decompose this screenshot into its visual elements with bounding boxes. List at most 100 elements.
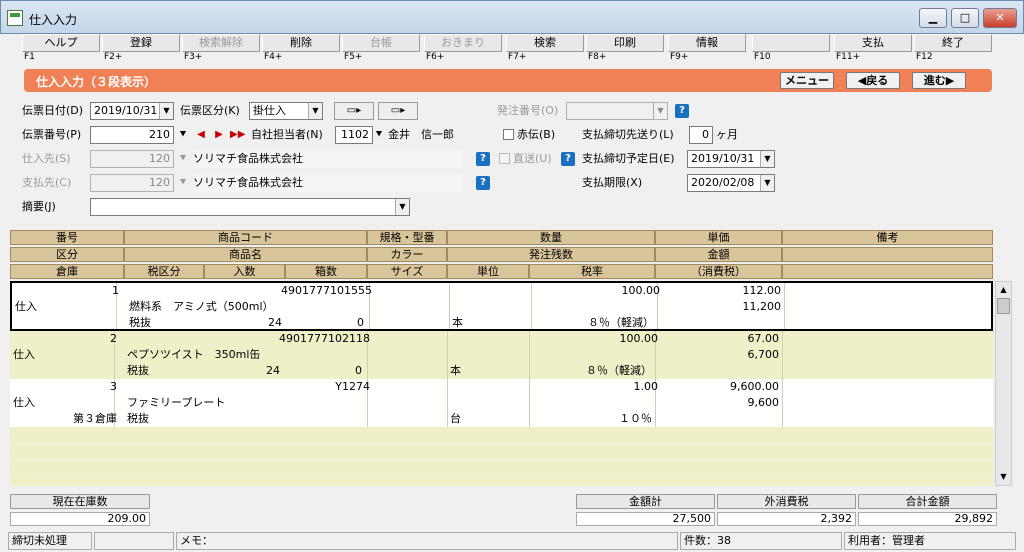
supplier-search-icon[interactable]: ⯆ — [176, 151, 190, 167]
cell-code[interactable]: Y1274 — [124, 379, 373, 395]
fkey-button-1[interactable]: ヘルプ — [22, 34, 100, 52]
nav-first-icon[interactable]: ⯆ — [176, 127, 190, 143]
cell-name[interactable]: ペプソツイスト 350ml缶 — [124, 347, 373, 363]
scroll-thumb[interactable] — [997, 298, 1010, 314]
cell-name[interactable]: 燃料系 アミノ式（500ml） — [126, 299, 375, 315]
cell-no[interactable]: 1 — [12, 283, 122, 299]
cutoff-date-input[interactable]: 2019/10/31 ▼ — [687, 150, 775, 168]
cell-boxes[interactable] — [285, 411, 365, 427]
scroll-down-icon[interactable]: ▼ — [997, 470, 1010, 484]
cell-boxes[interactable]: 0 — [287, 315, 367, 331]
chevron-down-icon[interactable]: ▼ — [760, 175, 774, 191]
cell-amount[interactable]: 11,200 — [657, 299, 784, 315]
cell-tax-kind[interactable]: 税抜 — [124, 411, 202, 427]
slip-type-select[interactable]: 掛仕入 ▼ — [249, 102, 323, 120]
order-no-input[interactable]: ▼ — [566, 102, 668, 120]
cell-code[interactable]: 4901777101555 — [126, 283, 375, 299]
minimize-button[interactable]: ▁ — [919, 8, 947, 28]
cell-kind[interactable]: 仕入 — [10, 347, 120, 363]
fkey-button-6[interactable]: おきまり — [424, 34, 502, 52]
table-row[interactable]: 1 4901777101555 100.00 112.00 仕入 燃料系 アミノ式（500… — [10, 281, 993, 331]
status-state: 締切未処理 — [8, 532, 92, 550]
fkey-button-11[interactable]: 支払 — [834, 34, 912, 52]
maximize-button[interactable]: □ — [951, 8, 979, 28]
pay-due-input[interactable]: 2020/02/08 ▼ — [687, 174, 775, 192]
cell-code[interactable]: 4901777102118 — [124, 331, 373, 347]
staff-code-input[interactable]: 1102 — [335, 126, 373, 144]
supplier-code-input[interactable]: 120 — [90, 150, 174, 168]
cell-tax-rate[interactable]: １０％ — [529, 411, 655, 427]
fkey-button-9[interactable]: 情報 — [668, 34, 746, 52]
chevron-down-icon[interactable]: ▼ — [395, 199, 409, 215]
next-button[interactable]: 進む▶ — [912, 72, 966, 89]
nav-next-icon[interactable]: ▶ — [212, 127, 226, 143]
help-icon[interactable]: ? — [561, 152, 575, 166]
cell-warehouse[interactable] — [10, 363, 120, 379]
cell-amount[interactable]: 9,600 — [655, 395, 782, 411]
stock-value: 209.00 — [10, 512, 150, 526]
fkey-button-5[interactable]: 台帳 — [342, 34, 420, 52]
paste-slip-button[interactable]: ▭▸ — [378, 102, 418, 120]
cell-warehouse[interactable]: 第３倉庫 — [10, 411, 120, 427]
cell-qty[interactable]: 100.00 — [449, 283, 663, 299]
fkey-button-2[interactable]: 登録 — [102, 34, 180, 52]
copy-slip-button[interactable]: ▭▸ — [334, 102, 374, 120]
fkey-button-10[interactable] — [752, 34, 830, 52]
cell-kind[interactable]: 仕入 — [10, 395, 120, 411]
chevron-down-icon[interactable]: ▼ — [653, 103, 667, 119]
table-row[interactable]: 2 4901777102118 100.00 67.00 仕入 ペプソツイスト 350ml… — [10, 331, 993, 379]
cell-no[interactable]: 2 — [10, 331, 120, 347]
cutoff-shift-input[interactable]: 0 — [689, 126, 713, 144]
fkey-button-12[interactable]: 終了 — [914, 34, 992, 52]
scroll-up-icon[interactable]: ▲ — [997, 283, 1010, 297]
cell-kind[interactable]: 仕入 — [12, 299, 122, 315]
vertical-scrollbar[interactable]: ▲ ▼ — [995, 281, 1012, 486]
menu-button[interactable]: メニュー — [780, 72, 834, 89]
cell-per-box[interactable] — [204, 411, 283, 427]
cell-qty[interactable]: 1.00 — [447, 379, 661, 395]
cell-unit[interactable]: 本 — [447, 363, 529, 379]
cell-tax-kind[interactable]: 税抜 — [124, 363, 202, 379]
fkey-button-8[interactable]: 印刷 — [586, 34, 664, 52]
cell-qty[interactable]: 100.00 — [447, 331, 661, 347]
red-slip-checkbox[interactable] — [503, 129, 514, 140]
memo-input[interactable]: ▼ — [90, 198, 410, 216]
fkey-button-7[interactable]: 検索 — [506, 34, 584, 52]
cell-no[interactable]: 3 — [10, 379, 120, 395]
cell-price[interactable]: 9,600.00 — [655, 379, 782, 395]
cell-tax-kind[interactable]: 税抜 — [126, 315, 204, 331]
cell-per-box[interactable]: 24 — [204, 363, 283, 379]
cell-amount[interactable]: 6,700 — [655, 347, 782, 363]
help-icon[interactable]: ? — [476, 176, 490, 190]
cell-boxes[interactable]: 0 — [285, 363, 365, 379]
direct-ship-checkbox[interactable] — [499, 153, 510, 164]
cell-tax-rate[interactable]: ８％（軽減） — [529, 363, 655, 379]
chevron-down-icon[interactable]: ▼ — [159, 103, 173, 119]
empty-rows[interactable] — [10, 427, 993, 486]
chevron-down-icon[interactable]: ▼ — [760, 151, 774, 167]
cell-tax-rate[interactable]: ８％（軽減） — [531, 315, 657, 331]
nav-last-icon[interactable]: ▶▶ — [230, 127, 245, 143]
cell-warehouse[interactable] — [12, 315, 122, 331]
cell-unit[interactable]: 台 — [447, 411, 529, 427]
fkey-button-3[interactable]: 検索解除 — [182, 34, 260, 52]
cell-price[interactable]: 112.00 — [657, 283, 784, 299]
cell-name[interactable]: ファミリープレート — [124, 395, 373, 411]
cell-unit[interactable]: 本 — [449, 315, 531, 331]
table-row[interactable]: 3 Y1274 1.00 9,600.00 仕入 ファミリープレート 9,600 第３倉庫 税抜… — [10, 379, 993, 427]
payee-code-input[interactable]: 120 — [90, 174, 174, 192]
slip-no-input[interactable]: 210 — [90, 126, 174, 144]
slip-date-input[interactable]: 2019/10/31 ▼ — [90, 102, 174, 120]
payee-search-icon[interactable]: ⯆ — [176, 175, 190, 191]
cell-price[interactable]: 67.00 — [655, 331, 782, 347]
back-button[interactable]: ◀戻る — [846, 72, 900, 89]
cell-per-box[interactable]: 24 — [206, 315, 285, 331]
close-button[interactable]: ✕ — [983, 8, 1017, 28]
help-icon[interactable]: ? — [476, 152, 490, 166]
stock-button[interactable]: 現在在庫数 — [10, 494, 150, 509]
fkey-button-4[interactable]: 削除 — [262, 34, 340, 52]
help-icon[interactable]: ? — [675, 104, 689, 118]
chevron-down-icon[interactable]: ▼ — [308, 103, 322, 119]
staff-search-icon[interactable]: ⯆ — [372, 127, 386, 143]
nav-prev-icon[interactable]: ◀ — [194, 127, 208, 143]
